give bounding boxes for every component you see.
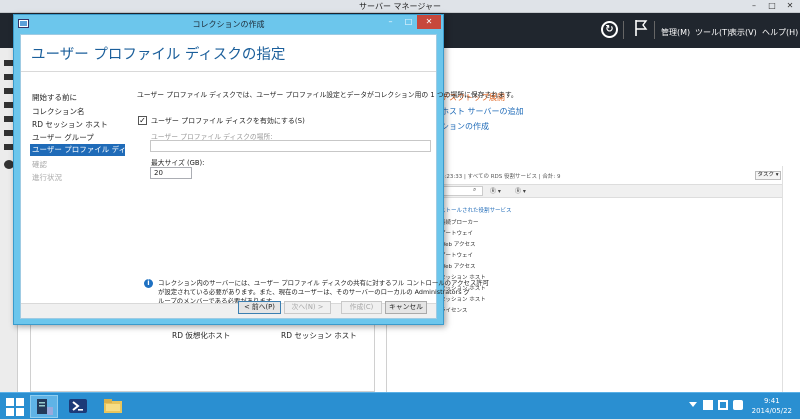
list-item[interactable]: ストールされた役割サービス (440, 206, 512, 214)
create-collection-dialog: コレクションの作成 – □ ✕ ユーザー プロファイル ディスクの指定 開始する… (13, 14, 518, 325)
save-query-icon[interactable]: Ⓡ ▾ (515, 186, 533, 195)
show-hidden-icons-icon[interactable] (689, 402, 697, 407)
filter-input[interactable] (441, 186, 483, 196)
action-center-icon[interactable] (703, 400, 713, 410)
refresh-icon[interactable]: ↻ (601, 21, 618, 38)
search-icon[interactable]: ⌕ (473, 186, 476, 194)
clock-date: 2014/05/22 (751, 407, 792, 415)
info-text-line: が設定されている必要があります。また、現在のユーザーは、そのサーバーのローカルの… (158, 288, 470, 296)
page-title: ユーザー プロファイル ディスクの指定 (31, 47, 286, 63)
header-divider (654, 21, 655, 39)
next-button: 次へ(N) > (284, 301, 331, 314)
server-manager-icon (37, 399, 53, 415)
query-options-icon[interactable]: Ⓡ ▾ (490, 186, 508, 195)
dialog-title: コレクションの作成 (192, 20, 265, 29)
minimize-button[interactable]: – (746, 0, 762, 12)
wizard-step-collection-name[interactable]: コレクション名 (32, 106, 85, 117)
list-item[interactable]: ライセンス (440, 306, 467, 314)
heading-divider (21, 71, 436, 72)
network-icon[interactable] (718, 400, 728, 410)
server-manager-titlebar: サーバー マネージャー – □ ✕ (0, 0, 800, 13)
max-size-input[interactable]: 20 (150, 167, 192, 179)
start-button[interactable] (4, 395, 26, 418)
wizard-step-confirmation: 確認 (32, 160, 47, 169)
menu-view[interactable]: 表示(V) (729, 27, 757, 38)
menu-help[interactable]: ヘルプ(H) (762, 27, 798, 38)
max-size-label: 最大サイズ (GB): (151, 159, 205, 167)
taskbar-explorer[interactable] (100, 395, 128, 418)
wizard-step-progress: 進行状況 (32, 173, 62, 182)
dialog-minimize-button[interactable]: – (381, 15, 400, 29)
wizard-step-user-groups[interactable]: ユーザー グループ (32, 132, 94, 143)
profile-disk-location-input[interactable] (150, 140, 431, 152)
add-host-server-link[interactable]: ホスト サーバーの追加 (441, 106, 523, 117)
folder-icon (104, 399, 122, 413)
dialog-close-button[interactable]: ✕ (417, 15, 441, 29)
previous-button[interactable]: < 前へ(P) (238, 301, 281, 314)
rd-session-host-label[interactable]: RD セッション ホスト (281, 330, 357, 341)
list-item[interactable]: Web アクセス (440, 240, 475, 248)
taskbar-powershell[interactable] (65, 395, 93, 418)
dialog-titlebar[interactable]: コレクションの作成 – □ ✕ (14, 15, 443, 33)
enable-user-profile-disks-label[interactable]: ユーザー プロファイル ディスクを有効にする(S) (151, 116, 305, 126)
wizard-step-user-profile-disks[interactable]: ユーザー プロファイル ディスク (30, 144, 141, 156)
taskbar: 9:41 2014/05/22 (0, 392, 800, 419)
menu-tools[interactable]: ツール(T) (695, 27, 730, 38)
dialog-maximize-button[interactable]: □ (400, 15, 417, 29)
server-manager-title: サーバー マネージャー (359, 2, 441, 11)
list-item[interactable]: ゲートウェイ (440, 229, 473, 237)
wizard-step-rd-session-host[interactable]: RD セッション ホスト (32, 119, 108, 130)
menu-manage[interactable]: 管理(M) (661, 27, 690, 38)
wizard-step-before-you-begin[interactable]: 開始する前に (32, 92, 77, 103)
servers-scrollbar[interactable] (782, 166, 800, 392)
taskbar-clock[interactable]: 9:41 2014/05/22 (752, 396, 792, 416)
servers-summary: 4:23:33 | すべての RDS 役割サービス | 合計: 9 (441, 174, 561, 180)
taskbar-server-manager[interactable] (30, 395, 58, 418)
notifications-flag-icon[interactable] (634, 19, 648, 37)
info-icon: i (144, 279, 153, 288)
tasks-dropdown[interactable]: タスク ▾ (755, 171, 781, 180)
cancel-button[interactable]: キャンセル (385, 301, 427, 314)
close-button[interactable]: ✕ (782, 0, 798, 12)
info-text-line: コレクション内のサーバーには、ユーザー プロファイル ディスクの共有に対するフル… (158, 279, 490, 287)
volume-icon[interactable] (733, 400, 743, 410)
header-divider (623, 21, 624, 39)
maximize-button[interactable]: □ (764, 0, 780, 12)
create-collection-link[interactable]: ションの作成 (441, 121, 489, 132)
enable-user-profile-disks-checkbox[interactable]: ✓ (138, 116, 147, 125)
rd-virtualization-host-label[interactable]: RD 仮想化ホスト (172, 330, 230, 341)
page-description: ユーザー プロファイル ディスクでは、ユーザー プロファイル設定とデータがコレク… (137, 91, 518, 99)
windows-logo-icon (6, 398, 24, 416)
create-button: 作成(C) (341, 301, 382, 314)
list-item[interactable]: ゲートウェイ (440, 251, 473, 259)
dialog-body: ユーザー プロファイル ディスクの指定 開始する前に コレクション名 RD セッ… (20, 34, 518, 319)
clock-time: 9:41 (763, 397, 780, 405)
list-item[interactable]: Web アクセス (440, 262, 475, 270)
list-item[interactable]: 接続ブローカー (440, 218, 479, 226)
powershell-icon (69, 399, 87, 413)
list-item[interactable]: セッション ホスト (440, 295, 486, 303)
